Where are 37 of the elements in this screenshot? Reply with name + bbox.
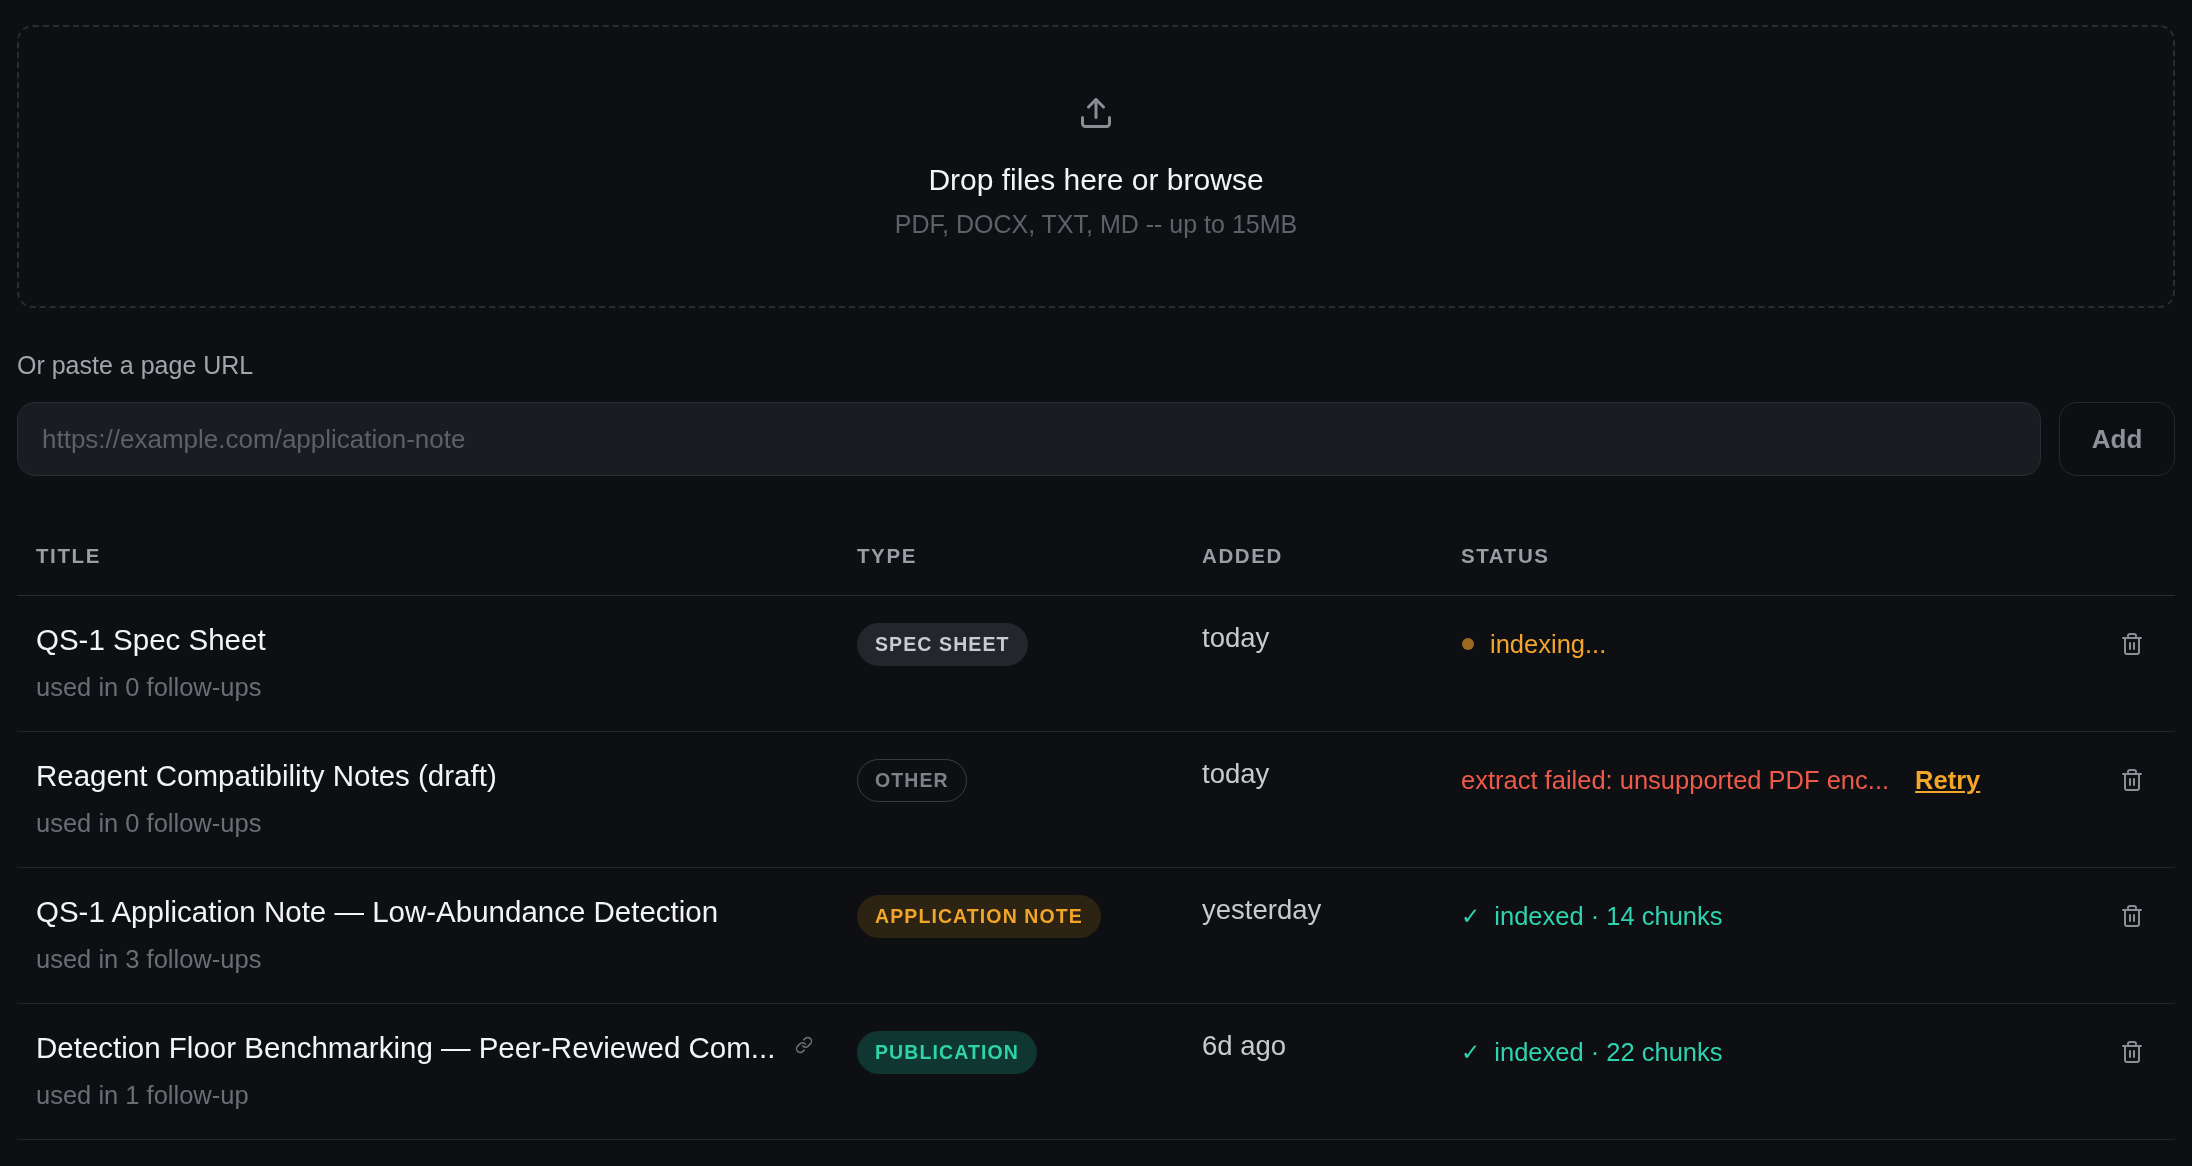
trash-icon[interactable] xyxy=(2120,1040,2144,1064)
type-badge: PUBLICATION xyxy=(857,1031,1037,1074)
drop-zone[interactable]: Drop files here or browse PDF, DOCX, TXT, MD -- up to 15MB xyxy=(17,25,2175,308)
trash-icon[interactable] xyxy=(2120,904,2144,928)
trash-icon[interactable] xyxy=(2120,768,2144,792)
added-date: 6d ago xyxy=(1202,1030,1287,1062)
url-label: Or paste a page URL xyxy=(17,350,254,380)
type-badge: SPEC SHEET xyxy=(857,623,1028,666)
usage-count: used in 0 follow-ups xyxy=(36,672,263,703)
status-text: indexing... xyxy=(1490,629,1607,660)
status-text: indexed · 14 chunks xyxy=(1494,901,1723,932)
status-text: indexed · 22 chunks xyxy=(1494,1037,1723,1068)
status-text: extract failed: unsupported PDF enc... xyxy=(1461,765,1890,796)
check-mark: ✓ xyxy=(1461,902,1481,931)
usage-count: used in 3 follow-ups xyxy=(36,944,263,975)
added-date: yesterday xyxy=(1202,894,1322,926)
document-title: Detection Floor Benchmarking — Peer-Reviewed Com... xyxy=(36,1030,776,1066)
document-title: QS-1 Application Note — Low-Abundance Detection xyxy=(36,894,719,930)
type-badge: APPLICATION NOTE xyxy=(857,895,1101,938)
file-types-hint: PDF, DOCX, TXT, MD -- up to 15MB xyxy=(894,208,1298,239)
usage-count: used in 0 follow-ups xyxy=(36,808,263,839)
url-input[interactable]: https://example.com/application-note xyxy=(17,402,2041,476)
trash-icon[interactable] xyxy=(2120,632,2144,656)
document-title: QS-1 Spec Sheet xyxy=(36,622,266,658)
column-header: STATUS xyxy=(1461,544,1551,568)
added-date: today xyxy=(1202,758,1270,790)
status-dot-icon xyxy=(1462,638,1474,650)
column-header: TYPE xyxy=(857,544,918,568)
column-header: ADDED xyxy=(1202,544,1284,568)
add-button[interactable]: Add xyxy=(2059,402,2175,476)
drop-title: Drop files here or browse xyxy=(928,161,1264,198)
check-mark: ✓ xyxy=(1461,1038,1481,1067)
column-header: TITLE xyxy=(36,544,102,568)
usage-count: used in 1 follow-up xyxy=(36,1080,250,1111)
retry-link[interactable]: Retry xyxy=(1915,764,1981,796)
added-date: today xyxy=(1202,622,1270,654)
document-title: Reagent Compatibility Notes (draft) xyxy=(36,758,497,794)
